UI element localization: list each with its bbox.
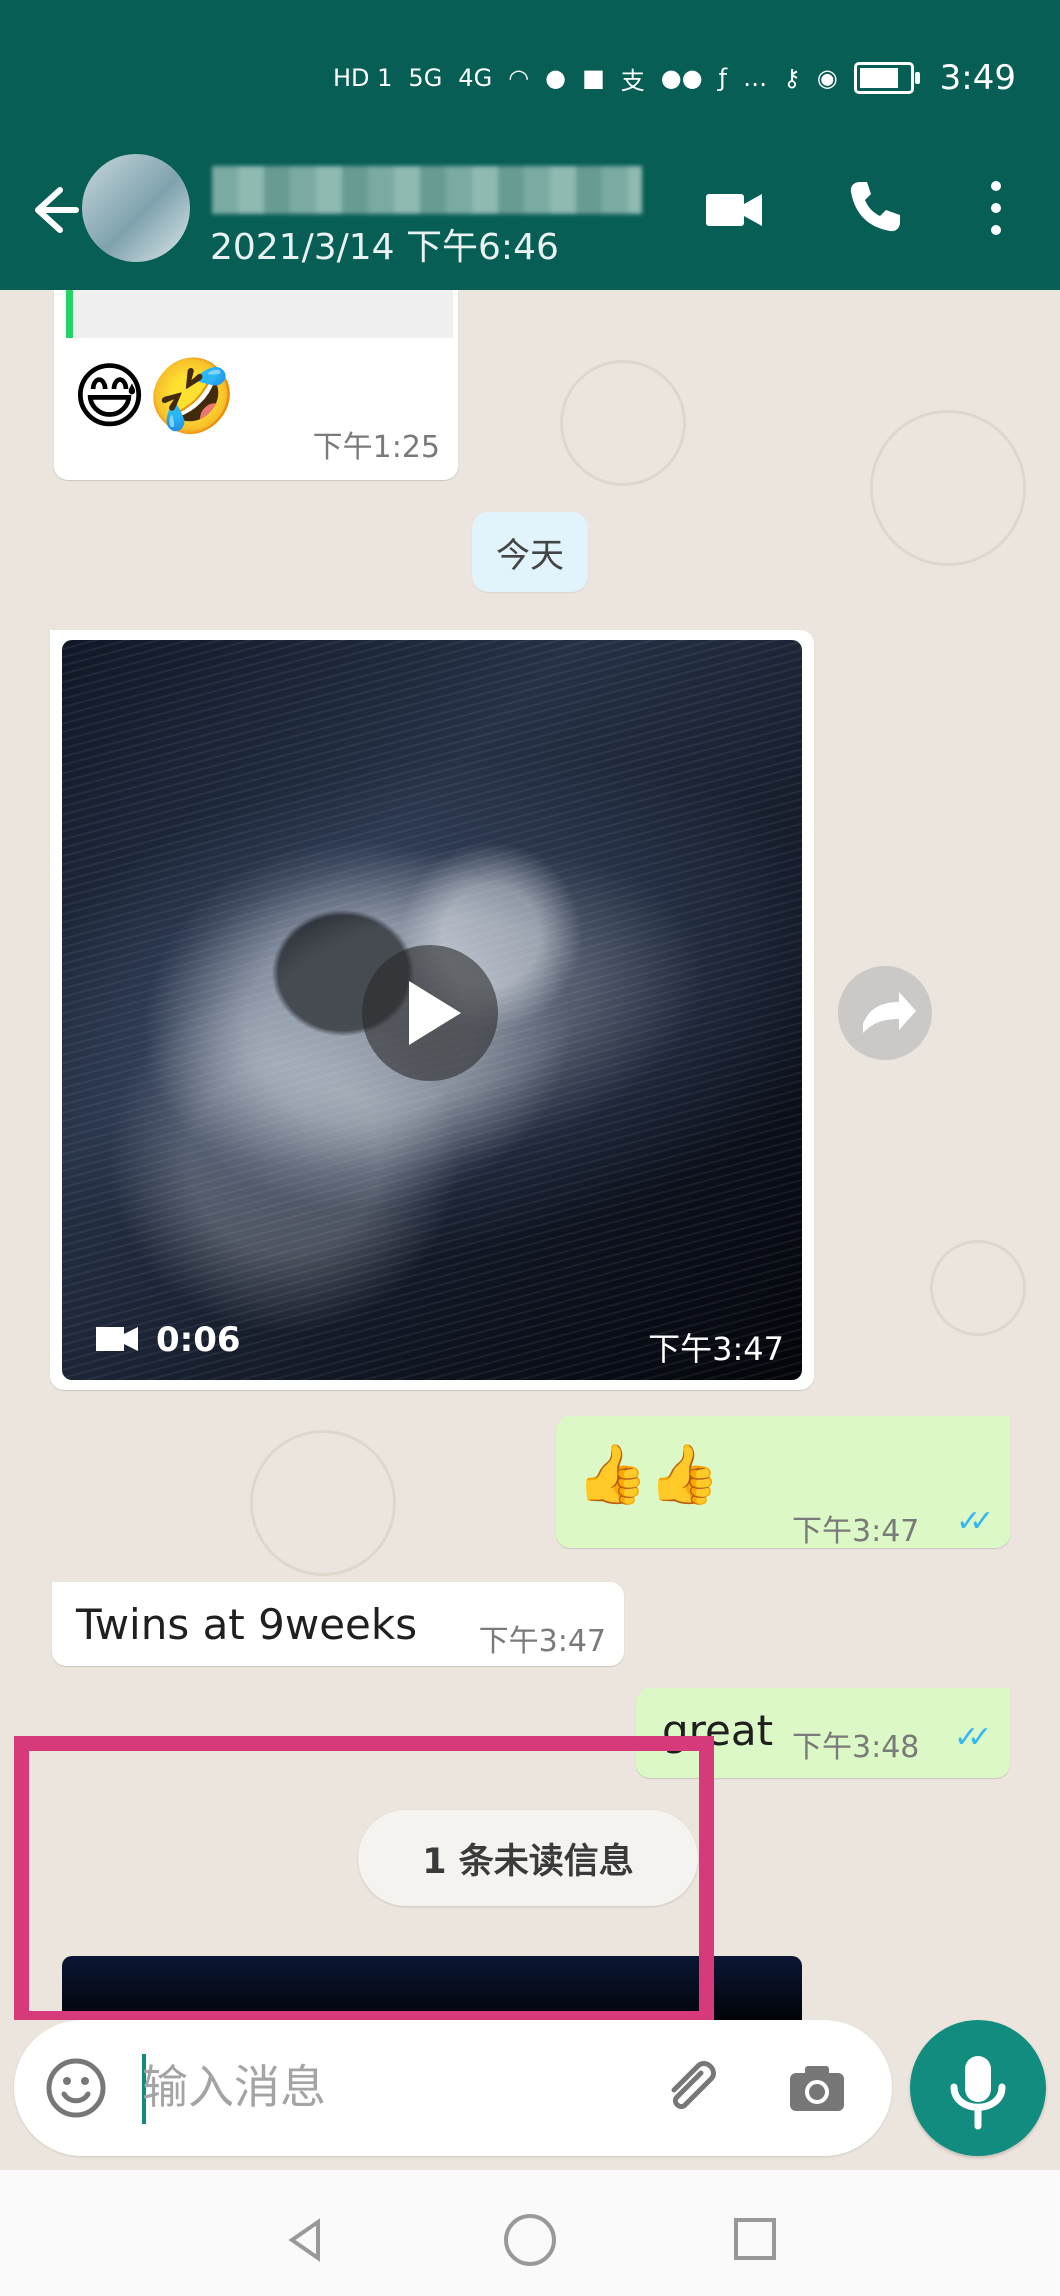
play-icon <box>409 981 461 1045</box>
microphone-icon[interactable] <box>910 2020 1046 2156</box>
paperclip-icon[interactable] <box>656 2054 726 2124</box>
message-input[interactable] <box>140 2046 624 2128</box>
wallpaper-doodle <box>560 360 686 486</box>
message-composer[interactable] <box>14 2020 892 2156</box>
facebook-icon: ƒ <box>718 64 728 92</box>
message-time: 下午3:47 <box>478 1624 606 1659</box>
alipay-icon: 支 <box>620 66 645 95</box>
battery-icon <box>853 62 920 94</box>
book-icon: ■ <box>582 64 605 92</box>
contact-avatar[interactable] <box>82 154 190 262</box>
contact-name-redacted[interactable] <box>212 166 642 214</box>
recent-apps-square-icon[interactable] <box>734 2218 776 2260</box>
phone-icon[interactable] <box>838 172 910 244</box>
back-arrow-icon[interactable] <box>18 178 82 242</box>
wallpaper-doodle <box>250 1430 396 1576</box>
double-check-icon: ✓✓ <box>954 1720 992 1755</box>
play-video-button[interactable] <box>362 945 498 1081</box>
hd-network-label: HD 1 <box>332 64 393 92</box>
wechat-icon: ●● <box>660 64 703 92</box>
last-seen: 2021/3/14 下午6:46 <box>210 227 559 268</box>
message-time: 下午3:47 <box>792 1514 920 1549</box>
highlight-box <box>14 1736 714 2020</box>
video-camera-icon <box>96 1327 138 1351</box>
eye-icon: ◉ <box>816 64 838 92</box>
wallpaper-doodle <box>870 410 1026 566</box>
reply-preview <box>66 290 453 338</box>
emoji-content: 👍👍 <box>576 1440 721 1508</box>
date-separator: 今天 <box>472 512 588 592</box>
chat-header: 2021/3/14 下午6:46 <box>0 126 1060 290</box>
home-circle-icon[interactable] <box>504 2214 556 2266</box>
camera-icon[interactable] <box>782 2054 852 2124</box>
qq-icon: ● <box>545 64 567 92</box>
4g-label: 4G <box>458 64 493 92</box>
double-check-icon: ✓✓ <box>956 1504 994 1539</box>
emoji-content: 😅🤣 <box>72 354 237 438</box>
more-vertical-icon[interactable] <box>966 172 1026 244</box>
wifi-icon: ◠ <box>508 64 530 92</box>
message-time: 下午3:48 <box>792 1730 920 1765</box>
video-call-icon[interactable] <box>698 174 770 246</box>
incoming-emoji-message[interactable]: 😅🤣 下午1:25 <box>54 290 458 480</box>
message-time: 下午1:25 <box>312 430 440 465</box>
status-time: 3:49 <box>939 58 1016 98</box>
incoming-text-message[interactable]: Twins at 9weeks 下午3:47 <box>52 1582 624 1666</box>
status-icons: HD 1 5G 4G ◠ ● ■ 支 ●● ƒ … ⚷ ◉ 3:49 <box>333 50 1016 106</box>
ultrasound-video-thumbnail[interactable]: 0:06 下午3:47 <box>62 640 802 1380</box>
android-navigation-bar <box>0 2170 1060 2296</box>
5g-label: 5G <box>408 64 443 92</box>
back-triangle-icon[interactable] <box>280 2214 332 2266</box>
chat-messages[interactable]: 😅🤣 下午1:25 今天 0:06 下午3:47 👍👍 下午3:47 ✓✓ Tw… <box>0 290 1060 2020</box>
emoji-icon[interactable] <box>44 2056 108 2120</box>
more-icon: … <box>743 64 768 92</box>
outgoing-emoji-message[interactable]: 👍👍 下午3:47 ✓✓ <box>556 1416 1010 1549</box>
key-icon: ⚷ <box>783 64 801 92</box>
video-message-time: 下午3:47 <box>648 1330 784 1368</box>
forward-icon[interactable] <box>838 966 932 1060</box>
video-duration: 0:06 <box>156 1320 241 1360</box>
message-text: Twins at 9weeks <box>76 1600 418 1649</box>
status-bar: HD 1 5G 4G ◠ ● ■ 支 ●● ƒ … ⚷ ◉ 3:49 <box>0 0 1060 126</box>
wallpaper-doodle <box>930 1240 1026 1336</box>
